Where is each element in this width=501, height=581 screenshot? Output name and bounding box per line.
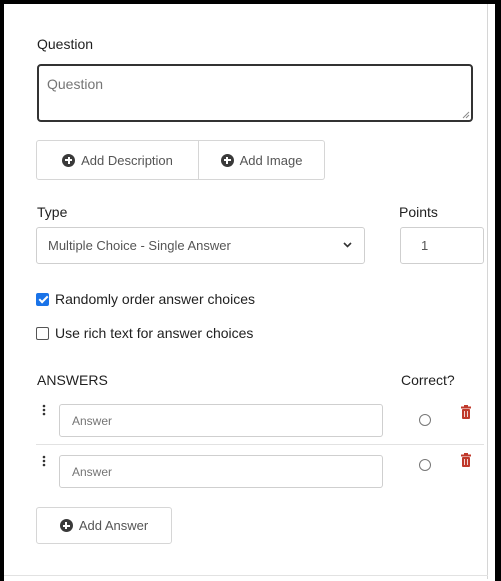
points-input[interactable] xyxy=(400,227,484,264)
rich-text-checkbox[interactable] xyxy=(36,326,49,340)
question-textarea[interactable] xyxy=(37,64,473,122)
add-image-label: Add Image xyxy=(239,152,303,168)
chevron-down-icon xyxy=(343,242,352,248)
rich-text-label: Use rich text for answer choices xyxy=(55,325,254,341)
rich-text-option[interactable]: Use rich text for answer choices xyxy=(36,325,253,341)
drag-handle-icon[interactable] xyxy=(42,455,46,467)
add-description-label: Add Description xyxy=(81,152,173,168)
add-description-button[interactable]: Add Description xyxy=(36,140,199,180)
trash-icon[interactable] xyxy=(461,453,471,467)
panel-bottom-rule xyxy=(4,575,488,576)
type-label: Type xyxy=(37,204,68,220)
type-select-value: Multiple Choice - Single Answer xyxy=(48,238,231,253)
drag-handle-icon[interactable] xyxy=(42,404,46,416)
question-label: Question xyxy=(37,36,94,52)
plus-circle-icon xyxy=(62,153,76,167)
add-answer-label: Add Answer xyxy=(78,518,149,533)
resize-grip-icon[interactable] xyxy=(462,111,470,119)
correct-header: Correct? xyxy=(401,372,455,388)
correct-radio-2[interactable] xyxy=(419,459,431,471)
plus-circle-icon xyxy=(59,519,73,532)
add-image-button[interactable]: Add Image xyxy=(199,140,325,180)
add-answer-button[interactable]: Add Answer xyxy=(36,507,172,544)
answer-input-1[interactable] xyxy=(59,404,383,437)
question-extras-group: Add Description Add Image xyxy=(36,140,325,180)
random-order-label: Randomly order answer choices xyxy=(55,291,255,307)
random-order-checkbox[interactable] xyxy=(36,292,49,306)
random-order-option[interactable]: Randomly order answer choices xyxy=(36,291,255,307)
answer-input-2[interactable] xyxy=(59,455,383,488)
panel-edge xyxy=(487,4,488,579)
trash-icon[interactable] xyxy=(461,405,471,419)
answers-header: ANSWERS xyxy=(37,372,108,388)
points-label: Points xyxy=(399,204,438,220)
plus-circle-icon xyxy=(220,153,234,167)
correct-radio-1[interactable] xyxy=(419,414,431,426)
answer-divider xyxy=(36,444,484,445)
type-select[interactable]: Multiple Choice - Single Answer xyxy=(36,227,365,264)
